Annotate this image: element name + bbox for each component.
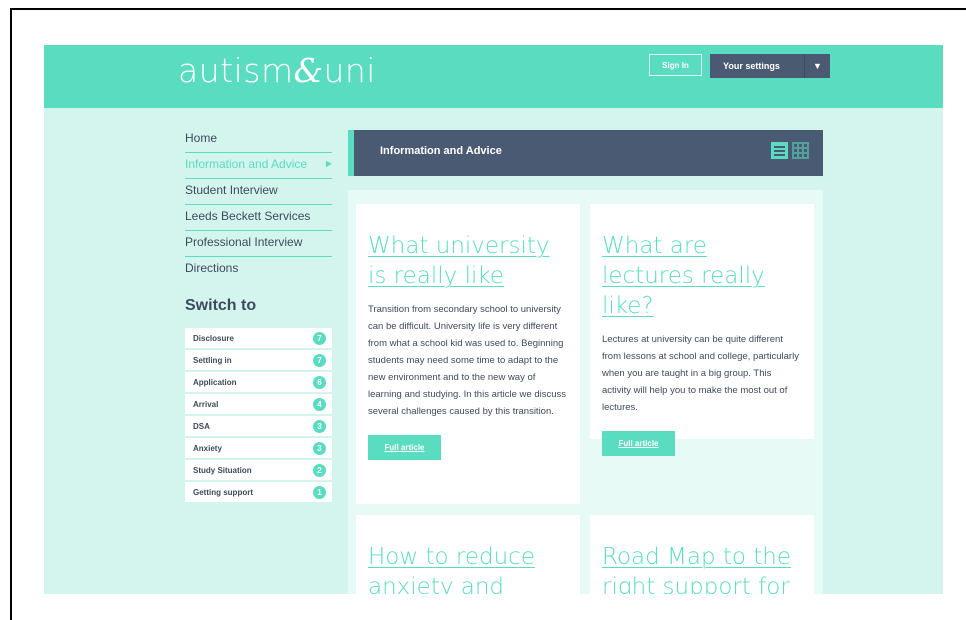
topic-label: Settling in: [193, 355, 232, 365]
site-header: autism&uni Sign In Your settings ▼: [44, 45, 943, 108]
list-view-icon[interactable]: [771, 142, 788, 159]
article-card: What are lectures really like? Lectures …: [590, 204, 814, 456]
sign-in-button[interactable]: Sign In: [649, 54, 702, 76]
topic-item-settling-in[interactable]: Settling in 7: [185, 350, 332, 370]
topic-count-badge: 3: [313, 441, 326, 455]
topic-label: Anxiety: [193, 443, 222, 453]
your-settings-button[interactable]: Your settings ▼: [710, 54, 830, 78]
window-frame-left: [10, 8, 12, 620]
topic-item-disclosure[interactable]: Disclosure 7: [185, 328, 332, 348]
sidebar-item-label: Leeds Beckett Services: [185, 209, 311, 223]
topic-item-study-situation[interactable]: Study Situation 2: [185, 460, 332, 480]
topic-label: Study Situation: [193, 465, 252, 475]
topic-label: DSA: [193, 421, 210, 431]
article-summary: Lectures at university can be quite diff…: [602, 334, 799, 413]
logo-ampersand: &: [293, 51, 324, 90]
switch-to-heading: Switch to: [185, 297, 257, 314]
topic-count-badge: 2: [313, 463, 326, 477]
window-frame-top: [10, 8, 966, 10]
topic-count-badge: 3: [313, 419, 326, 433]
browser-viewport: autism&uni Sign In Your settings ▼ Home …: [44, 45, 943, 594]
caret-right-icon: ▶: [325, 159, 332, 168]
topic-item-getting-support[interactable]: Getting support 1: [185, 482, 332, 502]
topic-label: Application: [193, 377, 237, 387]
sidebar-item-professional-interview[interactable]: Professional Interview: [185, 231, 332, 257]
topic-label: Getting support: [193, 487, 253, 497]
logo-text-autism: autism: [178, 51, 294, 90]
topic-count-badge: 1: [313, 485, 326, 499]
sidebar-item-home[interactable]: Home: [185, 127, 332, 153]
your-settings-label: Your settings: [723, 61, 780, 71]
topic-count-badge: 4: [313, 397, 326, 411]
sidebar-item-student-interview[interactable]: Student Interview: [185, 179, 332, 205]
grid-view-icon[interactable]: [792, 142, 809, 159]
topic-count-badge: 6: [313, 375, 326, 389]
article-title-link[interactable]: Road Map to the right support for: [602, 542, 802, 594]
article-card: How to reduce anxiety and stress: [356, 515, 580, 594]
logo-text-uni: uni: [323, 51, 376, 90]
sidebar-item-label: Student Interview: [185, 183, 278, 197]
topic-item-arrival[interactable]: Arrival 4: [185, 394, 332, 414]
section-title: Information and Advice: [380, 145, 502, 157]
sidebar-item-information-and-advice[interactable]: Information and Advice ▶: [185, 153, 332, 179]
article-title-link[interactable]: How to reduce anxiety and stress: [368, 542, 568, 594]
topic-list: Disclosure 7 Settling in 7 Application 6 Ar…: [185, 328, 332, 504]
sidebar-item-label: Home: [185, 131, 218, 145]
chevron-down-icon[interactable]: ▼: [805, 61, 830, 71]
section-header: Information and Advice: [348, 130, 823, 176]
sidebar-item-label: Directions: [185, 261, 239, 275]
topic-item-application[interactable]: Application 6: [185, 372, 332, 392]
article-card: What university is really like Transitio…: [356, 204, 580, 504]
sidebar-nav: Home Information and Advice ▶ Student Int…: [185, 127, 332, 282]
article-title-link[interactable]: What university is really like: [368, 231, 568, 291]
full-article-button[interactable]: Full article: [368, 435, 441, 460]
sidebar-item-leeds-beckett-services[interactable]: Leeds Beckett Services: [185, 205, 332, 231]
site-logo[interactable]: autism&uni: [178, 51, 376, 90]
sidebar-item-label: Professional Interview: [185, 235, 303, 249]
topic-count-badge: 7: [313, 331, 326, 345]
article-title-link[interactable]: What are lectures really like?: [602, 231, 802, 321]
article-card: Road Map to the right support for: [590, 515, 814, 594]
topic-item-dsa[interactable]: DSA 3: [185, 416, 332, 436]
article-summary: Transition from secondary school to univ…: [368, 304, 567, 417]
article-list: What university is really like Transitio…: [348, 190, 823, 594]
topic-label: Arrival: [193, 399, 219, 409]
topic-item-anxiety[interactable]: Anxiety 3: [185, 438, 332, 458]
topic-label: Disclosure: [193, 333, 234, 343]
sidebar-item-label: Information and Advice: [185, 157, 308, 171]
full-article-button[interactable]: Full article: [602, 431, 675, 456]
topic-count-badge: 7: [313, 353, 326, 367]
sidebar-item-directions[interactable]: Directions: [185, 257, 332, 282]
